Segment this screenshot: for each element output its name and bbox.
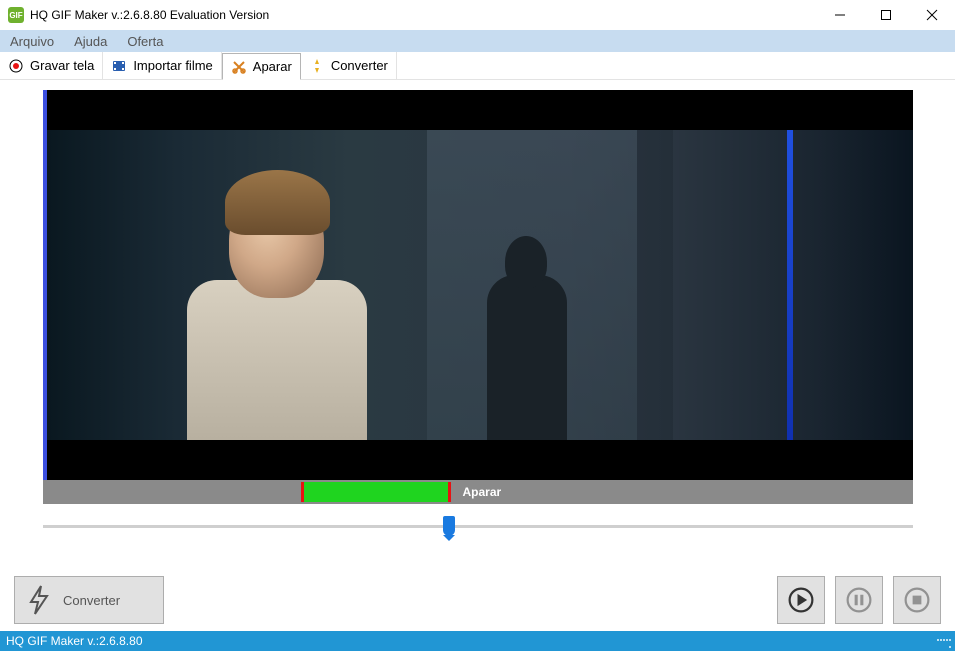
stop-icon xyxy=(903,586,931,614)
seek-thumb[interactable] xyxy=(443,516,455,536)
video-wrap: Aparar xyxy=(43,90,913,540)
convert-button[interactable]: Converter xyxy=(14,576,164,624)
app-icon: GIF xyxy=(8,7,24,23)
trim-selection[interactable] xyxy=(301,482,451,502)
playback-controls xyxy=(777,576,941,624)
play-button[interactable] xyxy=(777,576,825,624)
minimize-icon xyxy=(834,9,846,21)
convert-label: Converter xyxy=(63,593,120,608)
trim-label: Aparar xyxy=(463,485,502,499)
menu-ajuda[interactable]: Ajuda xyxy=(74,34,107,49)
tab-label: Aparar xyxy=(253,59,292,74)
tab-label: Converter xyxy=(331,58,388,73)
film-icon xyxy=(111,58,127,74)
foreground-person xyxy=(177,160,377,440)
status-bar: HQ GIF Maker v.:2.6.8.80 xyxy=(0,631,955,651)
window-controls xyxy=(817,0,955,30)
pause-button[interactable] xyxy=(835,576,883,624)
title-bar: GIF HQ GIF Maker v.:2.6.8.80 Evaluation … xyxy=(0,0,955,30)
pause-icon xyxy=(845,586,873,614)
seek-track[interactable] xyxy=(43,525,913,528)
bottom-controls: Converter xyxy=(0,569,955,631)
record-icon xyxy=(8,58,24,74)
toolbar: Gravar tela Importar filme Aparar Conver… xyxy=(0,52,955,80)
close-icon xyxy=(926,9,938,21)
tab-label: Importar filme xyxy=(133,58,212,73)
menu-oferta[interactable]: Oferta xyxy=(127,34,163,49)
maximize-button[interactable] xyxy=(863,0,909,30)
tab-aparar[interactable]: Aparar xyxy=(222,53,301,80)
window-title: HQ GIF Maker v.:2.6.8.80 Evaluation Vers… xyxy=(30,8,269,22)
close-button[interactable] xyxy=(909,0,955,30)
tab-gravar-tela[interactable]: Gravar tela xyxy=(0,52,103,79)
status-text: HQ GIF Maker v.:2.6.8.80 xyxy=(6,634,143,648)
trim-icon xyxy=(231,59,247,75)
silhouette xyxy=(477,210,577,440)
tab-importar-filme[interactable]: Importar filme xyxy=(103,52,221,79)
maximize-icon xyxy=(880,9,892,21)
menu-bar: Arquivo Ajuda Oferta xyxy=(0,30,955,52)
bolt-icon xyxy=(25,584,53,616)
seek-slider[interactable] xyxy=(43,512,913,540)
video-content xyxy=(47,130,913,440)
main-area: Aparar xyxy=(0,80,955,569)
tab-label: Gravar tela xyxy=(30,58,94,73)
stop-button[interactable] xyxy=(893,576,941,624)
tab-converter[interactable]: Converter xyxy=(301,52,397,79)
trim-bar[interactable]: Aparar xyxy=(43,480,913,504)
play-icon xyxy=(787,586,815,614)
minimize-button[interactable] xyxy=(817,0,863,30)
resize-grip[interactable] xyxy=(937,634,951,648)
convert-icon xyxy=(309,58,325,74)
video-preview[interactable] xyxy=(43,90,913,480)
menu-arquivo[interactable]: Arquivo xyxy=(10,34,54,49)
